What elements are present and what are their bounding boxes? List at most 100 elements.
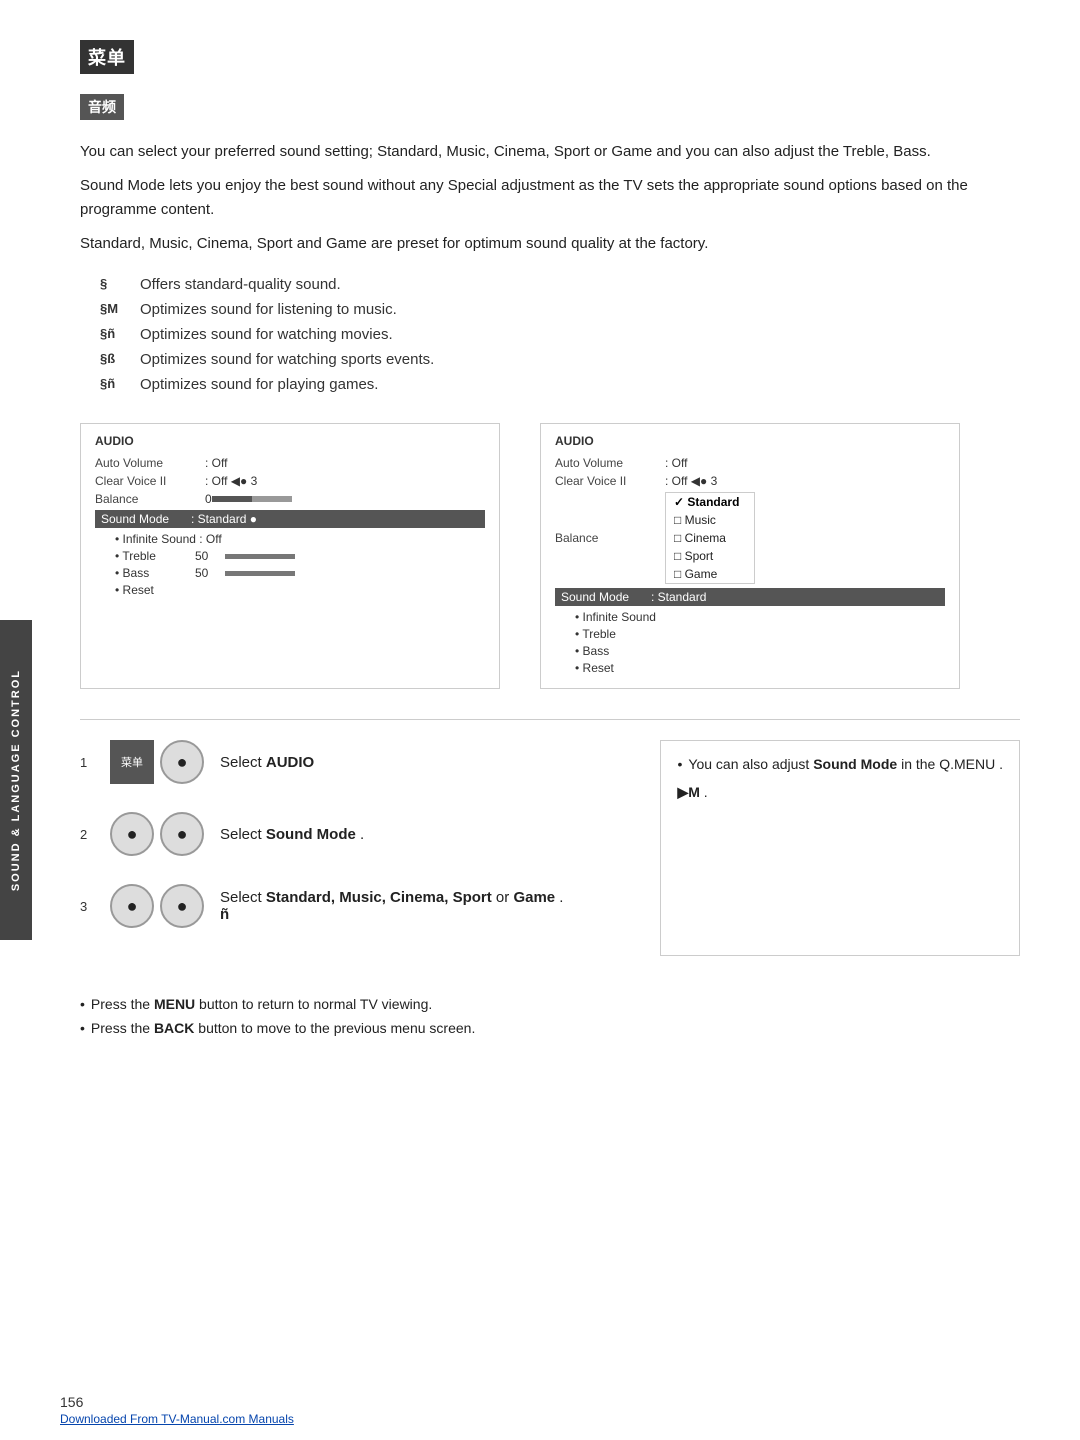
dropdown-item-game[interactable]: □ Game bbox=[666, 565, 754, 583]
step-1-buttons: 菜单 ● bbox=[110, 740, 204, 784]
feature-item: §ñ Optimizes sound for playing games. bbox=[100, 376, 1020, 393]
audio-row-autovol-left: Auto Volume : Off bbox=[95, 456, 485, 470]
page-number: 156 bbox=[60, 1394, 83, 1410]
step-3-desc: Select Standard, Music, Cinema, Sport or… bbox=[220, 889, 630, 923]
sub-logo: 音频 bbox=[80, 94, 124, 120]
step-2-circle-2[interactable]: ● bbox=[160, 812, 204, 856]
footer-text-1: Press the MENU button to return to norma… bbox=[91, 996, 432, 1012]
audio-panel-right: AUDIO Auto Volume : Off Clear Voice II :… bbox=[540, 423, 960, 689]
steps-left: 1 菜单 ● Select AUDIO 2 ● bbox=[80, 740, 630, 956]
note-line-1: • You can also adjust Sound Mode in the … bbox=[677, 753, 1003, 775]
audio-panel-left: AUDIO Auto Volume : Off Clear Voice II :… bbox=[80, 423, 500, 689]
audio-value: : Off bbox=[205, 456, 227, 470]
step-1: 1 菜单 ● Select AUDIO bbox=[80, 740, 630, 784]
audio-sub-treble: • Treble 50 bbox=[115, 549, 485, 563]
step-3-circle-2[interactable]: ● bbox=[160, 884, 204, 928]
audio-row-balance-right: Balance ✓ Standard □ Music □ Cinema □ Sp… bbox=[555, 492, 945, 584]
step-1-circle[interactable]: ● bbox=[160, 740, 204, 784]
feature-icon-music: §M bbox=[100, 301, 140, 316]
feature-desc-standard: Offers standard-quality sound. bbox=[140, 276, 341, 293]
note-box: • You can also adjust Sound Mode in the … bbox=[660, 740, 1020, 956]
feature-icon-cinema: §ñ bbox=[100, 326, 140, 341]
feature-desc-cinema: Optimizes sound for watching movies. bbox=[140, 326, 393, 343]
audio-value-hl: : Standard ● bbox=[191, 512, 257, 526]
dropdown-item-music[interactable]: □ Music bbox=[666, 511, 754, 529]
audio-sub-infinite-right: • Infinite Sound bbox=[575, 610, 945, 624]
audio-label-hl: Sound Mode bbox=[561, 590, 651, 604]
audio-sub-reset-right: • Reset bbox=[575, 661, 945, 675]
header-logo-area: 菜单 bbox=[80, 40, 1020, 74]
feature-icon-game: §ñ bbox=[100, 376, 140, 391]
feature-item: §ñ Optimizes sound for watching movies. bbox=[100, 326, 1020, 343]
audio-value: : Off bbox=[665, 456, 687, 470]
footer-bullet-1: • bbox=[80, 996, 85, 1012]
footer-text-2: Press the BACK button to move to the pre… bbox=[91, 1020, 475, 1036]
circle-icon: ● bbox=[177, 896, 188, 917]
audio-sub-bass: • Bass 50 bbox=[115, 566, 485, 580]
audio-value-hl: : Standard bbox=[651, 590, 706, 604]
dropdown-item-cinema[interactable]: □ Cinema bbox=[666, 529, 754, 547]
dropdown-item-sport[interactable]: □ Sport bbox=[666, 547, 754, 565]
step-2-circle-1[interactable]: ● bbox=[110, 812, 154, 856]
note-text-2: ▶M . bbox=[677, 781, 707, 803]
audio-sub-rows-left: • Infinite Sound : Off • Treble 50 • Bas… bbox=[115, 532, 485, 597]
note-line-2: ▶M . bbox=[677, 781, 1003, 803]
audio-row-soundmode-right: Sound Mode : Standard bbox=[555, 588, 945, 606]
audio-sub-bass-right: • Bass bbox=[575, 644, 945, 658]
tv-manual-link[interactable]: Downloaded From TV-Manual.com Manuals bbox=[60, 1412, 294, 1426]
audio-label-hl: Sound Mode bbox=[101, 512, 191, 526]
feature-item: §M Optimizes sound for listening to musi… bbox=[100, 301, 1020, 318]
audio-sub-reset: • Reset bbox=[115, 583, 485, 597]
feature-icon-standard: § bbox=[100, 276, 140, 291]
step-3-buttons: ● ● bbox=[110, 884, 204, 928]
step-2: 2 ● ● Select Sound Mode . bbox=[80, 812, 630, 856]
intro-para-2: Sound Mode lets you enjoy the best sound… bbox=[80, 174, 1020, 222]
step-number-1: 1 bbox=[80, 755, 94, 770]
audio-label: Balance bbox=[555, 531, 665, 545]
step-3-circle-1[interactable]: ● bbox=[110, 884, 154, 928]
audio-row-autovol-right: Auto Volume : Off bbox=[555, 456, 945, 470]
audio-value: : Off ◀● 3 bbox=[665, 474, 717, 488]
audio-value: : Off ◀● 3 bbox=[205, 474, 257, 488]
audio-row-balance-left: Balance 0 bbox=[95, 492, 485, 506]
feature-list: § Offers standard-quality sound. §M Opti… bbox=[100, 276, 1020, 393]
step-number-3: 3 bbox=[80, 899, 94, 914]
menu-button[interactable]: 菜单 bbox=[110, 740, 154, 784]
side-tab-label: SOUND & LANGUAGE CONTROL bbox=[10, 669, 22, 891]
circle-icon: ● bbox=[177, 824, 188, 845]
steps-section: 1 菜单 ● Select AUDIO 2 ● bbox=[80, 740, 1020, 956]
footer-note-2: • Press the BACK button to move to the p… bbox=[80, 1020, 1020, 1036]
feature-item: §ß Optimizes sound for watching sports e… bbox=[100, 351, 1020, 368]
feature-icon-sport: §ß bbox=[100, 351, 140, 366]
note-text-1: You can also adjust Sound Mode in the Q.… bbox=[688, 753, 1003, 775]
step-number-2: 2 bbox=[80, 827, 94, 842]
dropdown-menu-right[interactable]: ✓ Standard □ Music □ Cinema □ Sport □ Ga… bbox=[665, 492, 755, 584]
audio-title-left: AUDIO bbox=[95, 434, 485, 448]
section-divider bbox=[80, 719, 1020, 720]
audio-panels: AUDIO Auto Volume : Off Clear Voice II :… bbox=[80, 423, 1020, 689]
logo-box: 菜单 bbox=[80, 40, 134, 74]
logo-text: 菜单 bbox=[88, 48, 126, 68]
footer-notes: • Press the MENU button to return to nor… bbox=[80, 996, 1020, 1036]
footer-note-1: • Press the MENU button to return to nor… bbox=[80, 996, 1020, 1012]
audio-row-soundmode-left: Sound Mode : Standard ● bbox=[95, 510, 485, 528]
sub-logo-text: 音频 bbox=[88, 99, 116, 115]
intro-para-1: You can select your preferred sound sett… bbox=[80, 140, 1020, 164]
audio-sub-infinite: • Infinite Sound : Off bbox=[115, 532, 485, 546]
menu-button-icon: 菜单 bbox=[121, 754, 143, 770]
step-3: 3 ● ● Select Standard, Music, Cinema, Sp… bbox=[80, 884, 630, 928]
audio-label: Auto Volume bbox=[555, 456, 665, 470]
intro-para-3: Standard, Music, Cinema, Sport and Game … bbox=[80, 232, 1020, 256]
footer-bullet-2: • bbox=[80, 1020, 85, 1036]
circle-icon: ● bbox=[177, 752, 188, 773]
audio-row-clearvoice-right: Clear Voice II : Off ◀● 3 bbox=[555, 474, 945, 488]
dropdown-item-standard[interactable]: ✓ Standard bbox=[666, 493, 754, 511]
audio-sub-rows-right: • Infinite Sound • Treble • Bass • Reset bbox=[575, 610, 945, 675]
audio-label: Balance bbox=[95, 492, 205, 506]
audio-label: Auto Volume bbox=[95, 456, 205, 470]
audio-title-right: AUDIO bbox=[555, 434, 945, 448]
circle-icon: ● bbox=[127, 824, 138, 845]
feature-desc-game: Optimizes sound for playing games. bbox=[140, 376, 378, 393]
step-2-desc: Select Sound Mode . bbox=[220, 826, 630, 843]
circle-icon: ● bbox=[127, 896, 138, 917]
